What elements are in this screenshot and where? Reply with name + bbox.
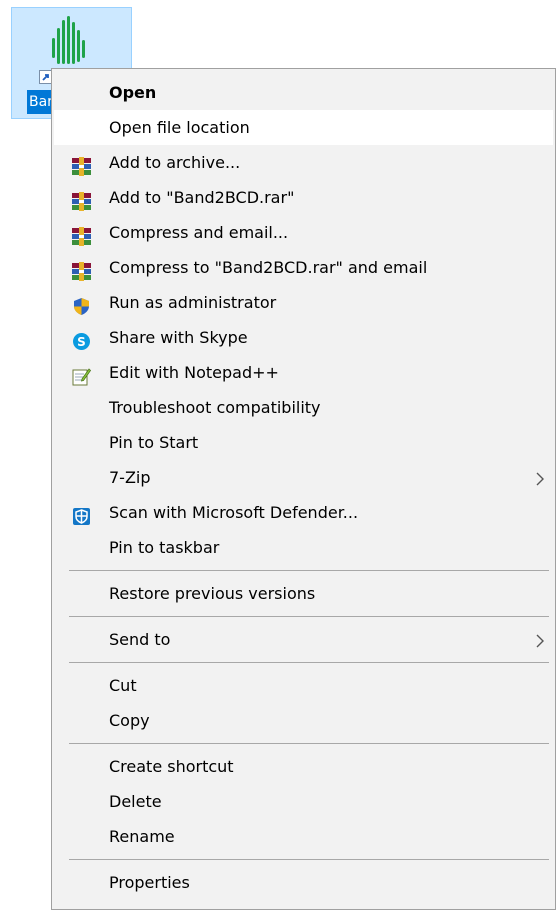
menu-item-label: Pin to taskbar bbox=[109, 538, 220, 557]
menu-item-compress-to-band2bcd-rar-and-email[interactable]: Compress to "Band2BCD.rar" and email bbox=[54, 250, 553, 285]
menu-item-share-with-skype[interactable]: S Share with Skype bbox=[54, 320, 553, 355]
menu-item-label: Delete bbox=[109, 792, 162, 811]
menu-item-label: Share with Skype bbox=[109, 328, 248, 347]
menu-item-delete[interactable]: Delete bbox=[54, 784, 553, 819]
winrar-icon bbox=[72, 223, 91, 246]
menu-item-compress-and-email[interactable]: Compress and email... bbox=[54, 215, 553, 250]
menu-item-pin-to-start[interactable]: Pin to Start bbox=[54, 425, 553, 460]
menu-separator bbox=[69, 859, 549, 860]
menu-separator bbox=[69, 616, 549, 617]
skype-icon: S bbox=[72, 328, 91, 350]
menu-item-7-zip[interactable]: 7-Zip bbox=[54, 460, 553, 495]
menu-item-add-to-band2bcd-rar[interactable]: Add to "Band2BCD.rar" bbox=[54, 180, 553, 215]
menu-item-scan-with-microsoft-defender[interactable]: Scan with Microsoft Defender... bbox=[54, 495, 553, 530]
menu-item-create-shortcut[interactable]: Create shortcut bbox=[54, 749, 553, 784]
winrar-icon bbox=[72, 188, 91, 211]
menu-item-add-to-archive[interactable]: Add to archive... bbox=[54, 145, 553, 180]
menu-item-restore-previous-versions[interactable]: Restore previous versions bbox=[54, 576, 553, 611]
winrar-icon bbox=[72, 258, 91, 281]
menu-item-run-as-administrator[interactable]: Run as administrator bbox=[54, 285, 553, 320]
menu-item-label: Open bbox=[109, 83, 157, 102]
menu-item-label: Compress and email... bbox=[109, 223, 289, 242]
menu-item-label: Send to bbox=[109, 630, 171, 649]
menu-item-label: Edit with Notepad++ bbox=[109, 363, 279, 382]
uac-shield-icon bbox=[72, 293, 91, 315]
menu-item-label: Create shortcut bbox=[109, 757, 234, 776]
menu-item-label: Copy bbox=[109, 711, 150, 730]
menu-item-label: Run as administrator bbox=[109, 293, 277, 312]
menu-item-cut[interactable]: Cut bbox=[54, 668, 553, 703]
notepadpp-icon bbox=[72, 363, 92, 386]
menu-item-properties[interactable]: Properties bbox=[54, 865, 553, 900]
menu-item-edit-with-notepad[interactable]: Edit with Notepad++ bbox=[54, 355, 553, 390]
menu-item-pin-to-taskbar[interactable]: Pin to taskbar bbox=[54, 530, 553, 565]
menu-separator bbox=[69, 662, 549, 663]
menu-item-troubleshoot-compatibility[interactable]: Troubleshoot compatibility bbox=[54, 390, 553, 425]
svg-text:S: S bbox=[77, 335, 86, 349]
chevron-right-icon bbox=[535, 460, 545, 495]
waveform-app-icon bbox=[52, 16, 85, 64]
menu-item-label: Add to archive... bbox=[109, 153, 241, 172]
defender-icon bbox=[72, 503, 91, 525]
menu-item-copy[interactable]: Copy bbox=[54, 703, 553, 738]
menu-item-label: Open file location bbox=[109, 118, 250, 137]
menu-item-send-to[interactable]: Send to bbox=[54, 622, 553, 657]
menu-item-open[interactable]: Open bbox=[54, 75, 553, 110]
menu-item-label: Pin to Start bbox=[109, 433, 199, 452]
chevron-right-icon bbox=[535, 622, 545, 657]
menu-separator bbox=[69, 743, 549, 744]
menu-item-open-file-location[interactable]: Open file location bbox=[54, 110, 553, 145]
menu-item-label: Cut bbox=[109, 676, 137, 695]
context-menu: Open Open file location Add to archive...… bbox=[51, 68, 556, 910]
menu-separator bbox=[69, 570, 549, 571]
menu-item-label: Troubleshoot compatibility bbox=[109, 398, 321, 417]
menu-item-label: Properties bbox=[109, 873, 190, 892]
menu-item-label: 7-Zip bbox=[109, 468, 151, 487]
menu-item-label: Scan with Microsoft Defender... bbox=[109, 503, 359, 522]
menu-item-label: Compress to "Band2BCD.rar" and email bbox=[109, 258, 428, 277]
menu-item-label: Rename bbox=[109, 827, 175, 846]
menu-item-rename[interactable]: Rename bbox=[54, 819, 553, 854]
menu-item-label: Restore previous versions bbox=[109, 584, 316, 603]
menu-item-label: Add to "Band2BCD.rar" bbox=[109, 188, 295, 207]
winrar-icon bbox=[72, 153, 91, 176]
